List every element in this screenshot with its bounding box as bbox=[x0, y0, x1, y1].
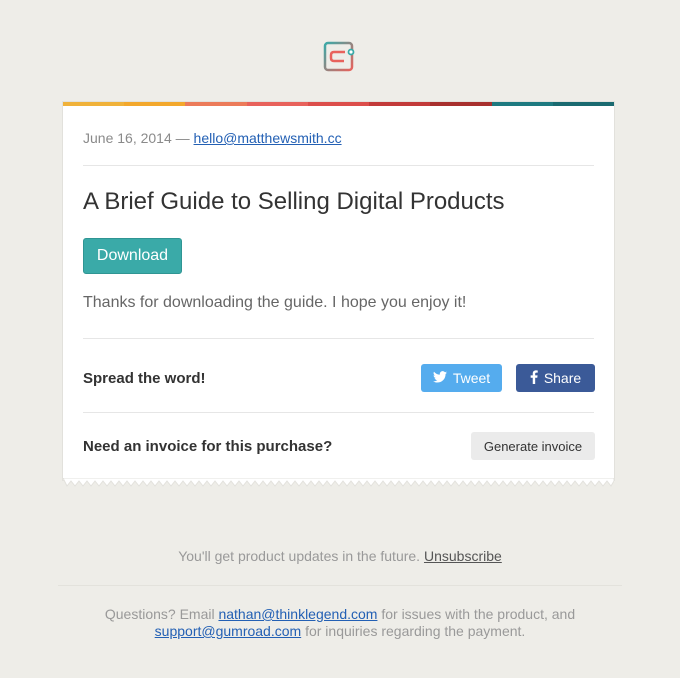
stripe-segment bbox=[185, 102, 247, 106]
zigzag-edge bbox=[63, 478, 614, 487]
email-meta: June 16, 2014 — hello@matthewsmith.cc bbox=[83, 130, 342, 146]
twitter-icon bbox=[432, 370, 447, 386]
support-email-link[interactable]: support@gumroad.com bbox=[155, 623, 302, 639]
spread-the-word-label: Spread the word! bbox=[83, 370, 206, 387]
questions-prefix: Questions? Email bbox=[104, 606, 215, 622]
support-suffix: for inquiries regarding the payment. bbox=[305, 623, 526, 639]
stripe-segment bbox=[430, 102, 492, 106]
updates-footer: You'll get product updates in the future… bbox=[0, 548, 680, 564]
generate-invoice-button[interactable]: Generate invoice bbox=[471, 432, 595, 460]
stripe-segment bbox=[491, 102, 553, 106]
invoice-question: Need an invoice for this purchase? bbox=[83, 438, 333, 455]
questions-footer: Questions? Email nathan@thinklegend.com … bbox=[0, 606, 680, 640]
divider bbox=[83, 338, 594, 339]
sender-email-link[interactable]: hello@matthewsmith.cc bbox=[194, 130, 342, 146]
gumroad-logo-icon bbox=[323, 40, 357, 74]
stripe-segment bbox=[307, 102, 370, 106]
stripe-segment bbox=[369, 102, 431, 106]
footer-divider bbox=[58, 585, 622, 586]
stripe-segment bbox=[63, 102, 125, 106]
email-card: June 16, 2014 — hello@matthewsmith.cc A … bbox=[63, 102, 614, 480]
divider bbox=[83, 412, 594, 413]
download-button[interactable]: Download bbox=[83, 238, 182, 274]
meta-separator: — bbox=[171, 130, 194, 146]
tweet-label: Tweet bbox=[452, 370, 491, 386]
product-email-link[interactable]: nathan@thinklegend.com bbox=[218, 606, 377, 622]
stripe-segment bbox=[246, 102, 308, 106]
facebook-share-button[interactable]: Share bbox=[516, 364, 595, 392]
stripe-segment bbox=[124, 102, 186, 106]
facebook-icon bbox=[530, 369, 538, 387]
color-stripe bbox=[63, 102, 614, 106]
product-suffix: for issues with the product, and bbox=[381, 606, 576, 622]
thanks-text: Thanks for downloading the guide. I hope… bbox=[83, 294, 467, 311]
stripe-segment bbox=[552, 102, 614, 106]
divider bbox=[83, 165, 594, 166]
product-title: A Brief Guide to Selling Digital Product… bbox=[83, 188, 505, 215]
share-label: Share bbox=[543, 370, 582, 386]
tweet-button[interactable]: Tweet bbox=[421, 364, 502, 392]
updates-text: You'll get product updates in the future… bbox=[178, 548, 421, 564]
unsubscribe-link[interactable]: Unsubscribe bbox=[424, 548, 502, 564]
email-date: June 16, 2014 bbox=[83, 130, 172, 146]
